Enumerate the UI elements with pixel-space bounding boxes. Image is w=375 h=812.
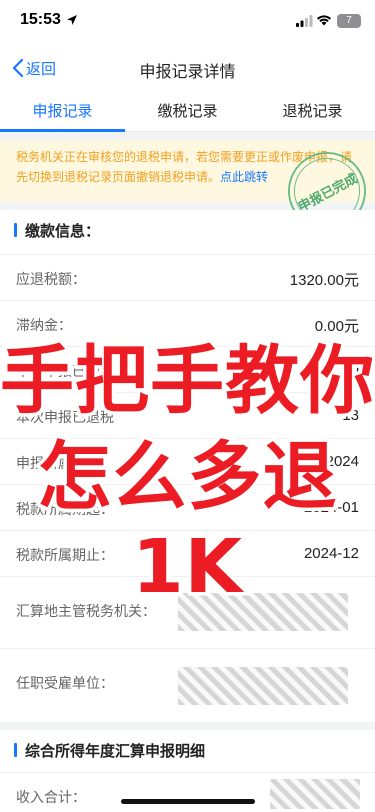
section-marker — [14, 223, 17, 237]
status-bar: 15:53 7 — [0, 0, 375, 44]
row-label: 应退税额： — [16, 272, 86, 288]
redacted-value — [178, 667, 348, 705]
wifi-icon — [317, 15, 331, 26]
info-row: 收入合计： — [0, 772, 375, 812]
notice-link[interactable]: 点此跳转 — [220, 170, 268, 184]
page-title: 申报记录详情 — [139, 62, 236, 81]
row-value: 1320.00元 — [289, 272, 359, 289]
overlay-headline-1: 手把手教你 — [0, 335, 375, 428]
row-label: 任职受雇单位： — [16, 676, 114, 692]
section-marker — [14, 743, 17, 757]
location-arrow-icon — [67, 15, 77, 25]
row-value: 0.00元 — [314, 318, 359, 335]
stamp-text: 申报已完成 — [295, 170, 361, 215]
section-header: 综合所得年度汇算申报明细 — [0, 730, 375, 770]
status-time: 15:53 — [20, 11, 61, 28]
overlay-headline-2: 怎么多退1K — [34, 431, 340, 614]
section-header: 缴款信息： — [0, 210, 375, 250]
section-title: 综合所得年度汇算申报明细 — [25, 741, 206, 760]
tab-refund-records[interactable]: 退税记录 — [250, 92, 375, 131]
row-label: 滞纳金： — [16, 318, 72, 334]
redacted-value — [270, 779, 360, 809]
signal-icon — [296, 15, 313, 27]
info-row: 任职受雇单位： — [0, 648, 375, 722]
info-row: 应退税额： 1320.00元 — [0, 254, 375, 300]
battery-icon: 7 — [337, 14, 361, 28]
row-label: 收入合计： — [16, 790, 86, 806]
tab-payment-records[interactable]: 缴税记录 — [125, 92, 250, 131]
section-title: 缴款信息： — [25, 221, 101, 240]
home-indicator — [121, 799, 255, 804]
tab-declaration-records[interactable]: 申报记录 — [0, 92, 125, 132]
nav-bar: 返回 申报记录详情 — [0, 44, 375, 92]
tab-bar: 申报记录 缴税记录 退税记录 — [0, 92, 375, 132]
